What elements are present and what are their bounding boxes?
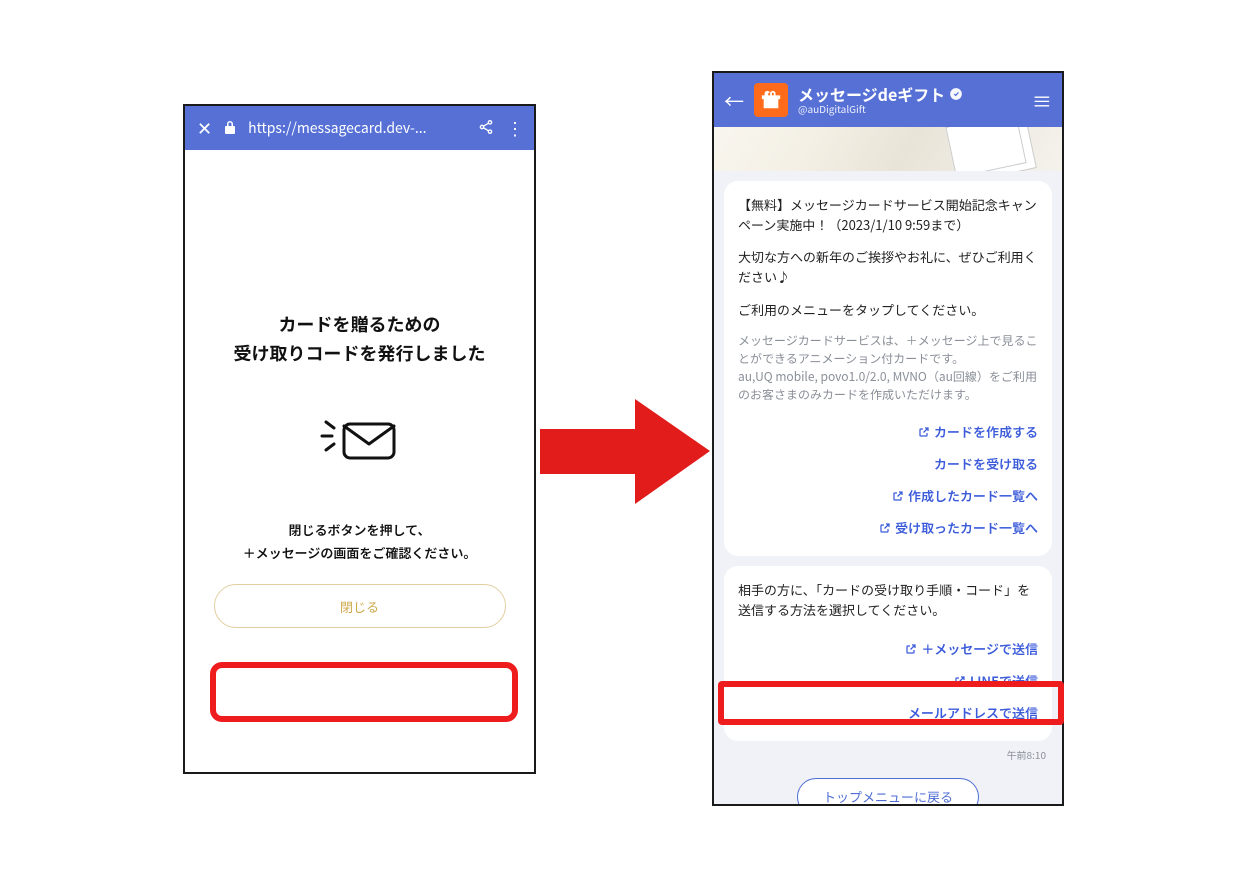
hamburger-menu-icon[interactable]: ≡ bbox=[1032, 86, 1052, 115]
link-receive-card[interactable]: カードを受け取る bbox=[738, 448, 1038, 480]
subtext: 閉じるボタンを押して、 ＋メッセージの画面をご確認ください。 bbox=[185, 518, 534, 565]
external-link-icon bbox=[892, 490, 904, 502]
envelope-illustration bbox=[185, 412, 534, 468]
subtext-line2: ＋メッセージの画面をご確認ください。 bbox=[243, 543, 477, 562]
title-block: メッセージdeギフト @auDigitalGift bbox=[798, 86, 1022, 115]
subtext-line1: 閉じるボタンを押して、 bbox=[289, 520, 431, 539]
close-icon[interactable]: ✕ bbox=[197, 115, 212, 141]
close-button[interactable]: 閉じる bbox=[214, 584, 506, 628]
back-arrow-icon[interactable]: ← bbox=[724, 86, 744, 115]
app-handle: @auDigitalGift bbox=[798, 103, 1022, 114]
highlight-box-left bbox=[210, 662, 518, 722]
back-to-top-label: トップメニューに戻る bbox=[823, 787, 953, 806]
timestamp: 午前8:10 bbox=[714, 745, 1062, 768]
verified-icon bbox=[949, 86, 963, 104]
left-body: カードを贈るための 受け取りコードを発行しました 閉じるボタンを押して、 ＋メッ… bbox=[185, 150, 534, 628]
link-send-plusmessage-label: ＋メッセージで送信 bbox=[921, 639, 1038, 659]
heading: カードを贈るための 受け取りコードを発行しました bbox=[185, 310, 534, 368]
bubble1-p3: ご利用のメニューをタップしてください。 bbox=[738, 300, 1038, 320]
link-create-card-label: カードを作成する bbox=[934, 422, 1038, 442]
highlight-box-right bbox=[718, 681, 1064, 725]
link-send-plusmessage[interactable]: ＋メッセージで送信 bbox=[738, 633, 1038, 665]
url-text: https://messagecard.dev-... bbox=[248, 118, 466, 138]
app-icon bbox=[754, 83, 788, 117]
bubble1-p2: 大切な方への新年のご挨拶やお礼に、ぜひご利用ください♪ bbox=[738, 247, 1038, 287]
bubble2-p1: 相手の方に、「カードの受け取り手順・コード」を送信する方法を選択してください。 bbox=[738, 580, 1038, 620]
lock-icon bbox=[224, 119, 236, 138]
link-received-list[interactable]: 受け取ったカード一覧へ bbox=[738, 512, 1038, 544]
external-link-icon bbox=[879, 522, 891, 534]
banner-image bbox=[714, 127, 1062, 171]
link-created-list[interactable]: 作成したカード一覧へ bbox=[738, 480, 1038, 512]
share-icon[interactable] bbox=[478, 116, 494, 140]
arrow-right-icon bbox=[540, 399, 710, 504]
link-received-list-label: 受け取ったカード一覧へ bbox=[895, 518, 1038, 538]
chat-bubble-1: 【無料】メッセージカードサービス開始記念キャンペーン実施中！（2023/1/10… bbox=[724, 181, 1052, 556]
link-created-list-label: 作成したカード一覧へ bbox=[908, 486, 1038, 506]
external-link-icon bbox=[918, 426, 930, 438]
heading-line1: カードを贈るための bbox=[279, 311, 441, 337]
heading-line2: 受け取りコードを発行しました bbox=[234, 340, 486, 366]
link-receive-card-label: カードを受け取る bbox=[934, 454, 1038, 474]
back-to-top-button[interactable]: トップメニューに戻る bbox=[797, 778, 979, 806]
close-button-label: 閉じる bbox=[340, 597, 379, 616]
bubble1-gray: メッセージカードサービスは、＋メッセージ上で見ることができるアニメーション付カー… bbox=[738, 332, 1038, 404]
browser-topbar: ✕ https://messagecard.dev-... ⋮ bbox=[185, 106, 534, 150]
chat-topbar: ← メッセージdeギフト @auDigitalGift ≡ bbox=[714, 73, 1062, 127]
kebab-menu-icon[interactable]: ⋮ bbox=[506, 115, 522, 141]
external-link-icon bbox=[905, 643, 917, 655]
bubble1-p1: 【無料】メッセージカードサービス開始記念キャンペーン実施中！（2023/1/10… bbox=[738, 195, 1038, 235]
link-create-card[interactable]: カードを作成する bbox=[738, 416, 1038, 448]
